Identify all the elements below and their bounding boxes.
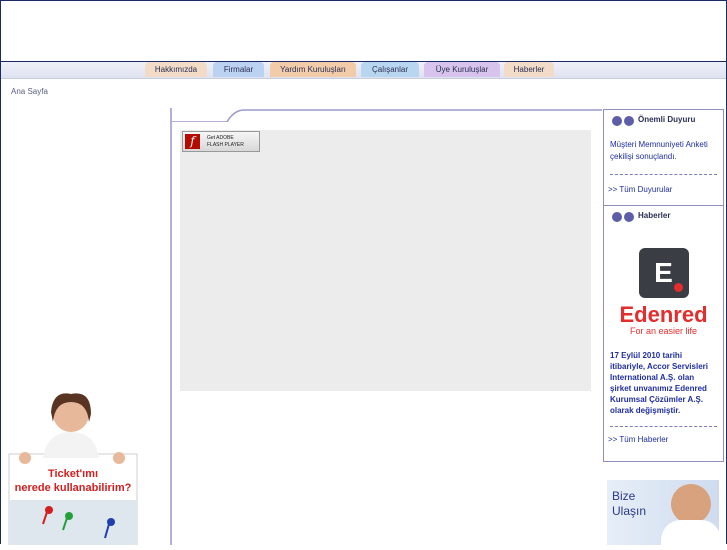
edenred-brand: Edenred xyxy=(619,302,708,327)
where-to-use-ad[interactable]: Ticket'ımı nerede kullanabilirim? xyxy=(7,392,139,546)
flash-player-label: FLASH PLAYER xyxy=(207,142,244,148)
announcement-title: Önemli Duyuru xyxy=(638,115,696,124)
tab-hakkimizda[interactable]: Hakkımızda xyxy=(145,62,207,77)
tab-firmalar[interactable]: Firmalar xyxy=(213,62,264,77)
contact-line-1: Bize xyxy=(612,489,636,503)
operator-avatar xyxy=(671,484,711,524)
flash-logo-icon: f xyxy=(185,134,200,149)
breadcrumb-home[interactable]: Ana Sayfa xyxy=(11,87,48,96)
announcement-panel: Önemli Duyuru Müşteri Memnuniyeti Anketi… xyxy=(603,109,724,206)
tab-haberler[interactable]: Haberler xyxy=(504,62,554,77)
edenred-e-icon: E xyxy=(638,248,689,298)
news-title: Haberler xyxy=(638,211,671,220)
news-text[interactable]: 17 Eylül 2010 tarihi itibariyle, Accor S… xyxy=(604,336,723,416)
operator-shirt xyxy=(661,520,721,545)
ad-line-1: Ticket'ımı xyxy=(47,468,99,480)
all-news-link[interactable]: >> Tüm Haberler xyxy=(604,427,723,448)
bullet-dots-icon xyxy=(612,209,636,227)
tab-calisanlar[interactable]: Çalışanlar xyxy=(361,62,419,77)
news-header: Haberler xyxy=(604,206,723,224)
flash-placeholder: f Get ADOBE FLASH PLAYER xyxy=(180,130,591,391)
contact-us-banner[interactable]: Bize Ulaşın xyxy=(607,480,721,545)
edenred-logo[interactable]: E Edenred For an easier life xyxy=(604,224,723,336)
sidebar: Önemli Duyuru Müşteri Memnuniyeti Anketi… xyxy=(603,109,724,462)
red-dot-icon xyxy=(673,283,683,292)
get-adobe-label: Get ADOBE xyxy=(207,135,234,141)
news-panel: Haberler E Edenred For an easier life 17… xyxy=(603,206,724,462)
content-top-curve xyxy=(172,109,602,122)
tab-yardim-kuruluslari[interactable]: Yardım Kuruluşları xyxy=(270,62,356,77)
bullet-dots-icon xyxy=(612,113,636,131)
edenred-letter: E xyxy=(654,257,673,288)
all-announcements-link[interactable]: >> Tüm Duyurular xyxy=(604,175,723,198)
contact-line-2: Ulaşın xyxy=(612,504,647,518)
announcement-text[interactable]: Müşteri Memnuniyeti Anketi çekilişi sonu… xyxy=(604,128,723,163)
announcement-header: Önemli Duyuru xyxy=(604,110,723,128)
tab-uye-kuruluslar[interactable]: Üye Kuruluşlar xyxy=(424,62,500,77)
ad-line-2: nerede kullanabilirim? xyxy=(14,482,132,494)
main-content: f Get ADOBE FLASH PLAYER xyxy=(170,108,602,545)
get-flash-player-button[interactable]: f Get ADOBE FLASH PLAYER xyxy=(182,131,260,152)
header xyxy=(1,1,726,61)
main-nav: Hakkımızda Firmalar Yardım Kuruluşları Ç… xyxy=(1,62,726,79)
